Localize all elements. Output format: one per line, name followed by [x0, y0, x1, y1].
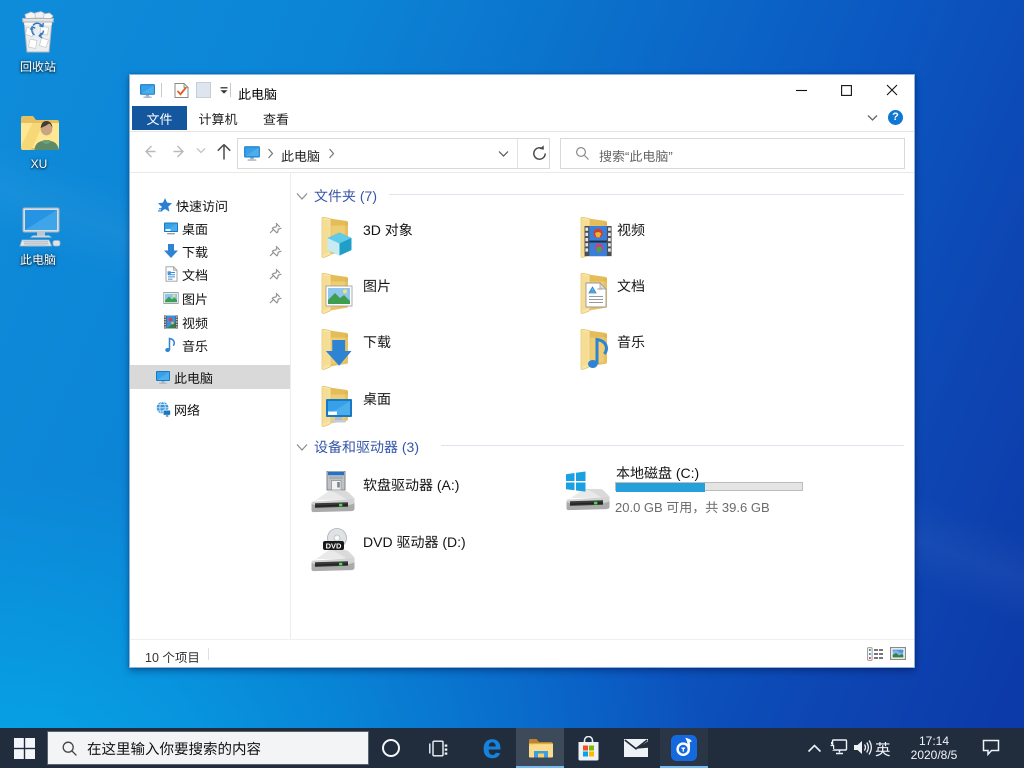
svg-text:DVD: DVD	[326, 542, 342, 551]
